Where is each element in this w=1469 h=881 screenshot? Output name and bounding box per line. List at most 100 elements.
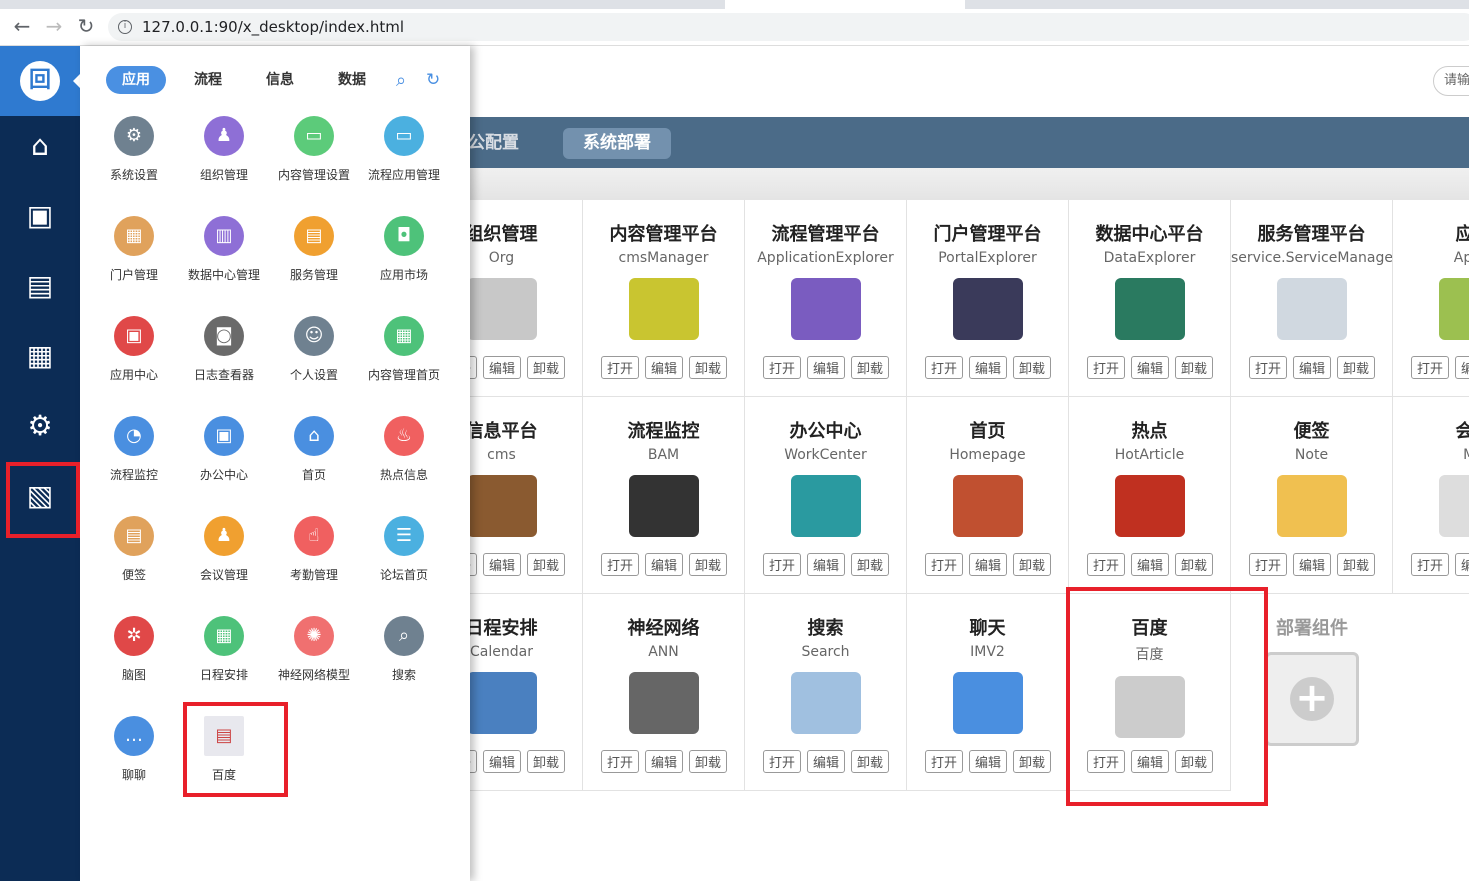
- uninstall-button[interactable]: 卸载: [527, 553, 566, 576]
- open-button[interactable]: 打开: [1248, 356, 1287, 379]
- uninstall-button[interactable]: 卸载: [1013, 750, 1052, 773]
- panel-tab[interactable]: 流程: [178, 66, 238, 94]
- app-launcher-item[interactable]: ▤ 便签: [94, 516, 174, 583]
- edit-button[interactable]: 编辑: [806, 750, 845, 773]
- uninstall-button[interactable]: 卸载: [689, 750, 728, 773]
- open-button[interactable]: 打开: [924, 553, 963, 576]
- app-icon: ▣: [114, 316, 154, 356]
- add-button[interactable]: +: [1265, 652, 1359, 746]
- uninstall-button[interactable]: 卸载: [1175, 356, 1214, 379]
- app-launcher-item[interactable]: ▤ 服务管理: [274, 216, 354, 283]
- edit-button[interactable]: 编辑: [806, 553, 845, 576]
- uninstall-button[interactable]: 卸载: [1337, 356, 1376, 379]
- panel-tab[interactable]: 数据: [322, 66, 382, 94]
- edit-button[interactable]: 编辑: [806, 356, 845, 379]
- open-button[interactable]: 打开: [1086, 553, 1125, 576]
- open-button[interactable]: 打开: [762, 553, 801, 576]
- app-launcher-item[interactable]: ☰ 论坛首页: [364, 516, 444, 583]
- app-launcher-item[interactable]: ✺ 神经网络模型: [274, 616, 354, 683]
- uninstall-button[interactable]: 卸载: [1337, 553, 1376, 576]
- uninstall-button[interactable]: 卸载: [1175, 553, 1214, 576]
- app-launcher-item[interactable]: ▦ 内容管理首页: [364, 316, 444, 383]
- edit-button[interactable]: 编辑: [482, 750, 521, 773]
- forward-icon[interactable]: →: [42, 14, 66, 38]
- edit-button[interactable]: 编辑: [968, 750, 1007, 773]
- app-launcher-item[interactable]: ▣ 应用中心: [94, 316, 174, 383]
- card-subtitle: ApplicationExplorer: [757, 250, 894, 266]
- open-button[interactable]: 打开: [924, 750, 963, 773]
- app-launcher-item[interactable]: ▭ 内容管理设置: [274, 116, 354, 183]
- app-launcher-item[interactable]: ◙ 日志查看器: [184, 316, 264, 383]
- edit-button[interactable]: 编辑: [1454, 553, 1469, 576]
- open-button[interactable]: 打开: [600, 356, 639, 379]
- app-icon: ☺: [294, 316, 334, 356]
- edit-button[interactable]: 编辑: [968, 553, 1007, 576]
- app-launcher-item[interactable]: ✲ 脑图: [94, 616, 174, 683]
- open-button[interactable]: 打开: [924, 356, 963, 379]
- address-bar[interactable]: i 127.0.0.1:90/x_desktop/index.html: [108, 13, 1469, 41]
- edit-button[interactable]: 编辑: [1130, 356, 1169, 379]
- info-icon[interactable]: i: [118, 20, 132, 34]
- open-button[interactable]: 打开: [1410, 356, 1449, 379]
- app-launcher-item[interactable]: ♨ 热点信息: [364, 416, 444, 483]
- search-input[interactable]: 请输: [1433, 66, 1469, 96]
- edit-button[interactable]: 编辑: [1292, 356, 1331, 379]
- app-launcher-item[interactable]: ☺ 个人设置: [274, 316, 354, 383]
- home-icon[interactable]: ⌂: [22, 128, 58, 164]
- app-launcher-item[interactable]: ▣ 办公中心: [184, 416, 264, 483]
- reload-icon[interactable]: ↻: [74, 14, 98, 38]
- uninstall-button[interactable]: 卸载: [1013, 356, 1052, 379]
- app-launcher-item[interactable]: ♟ 组织管理: [184, 116, 264, 183]
- uninstall-button[interactable]: 卸载: [851, 750, 890, 773]
- app-launcher-item[interactable]: ▭ 流程应用管理: [364, 116, 444, 183]
- open-button[interactable]: 打开: [600, 750, 639, 773]
- tab-system-deploy[interactable]: 系统部署: [563, 128, 671, 159]
- app-launcher-item[interactable]: ◔ 流程监控: [94, 416, 174, 483]
- edit-button[interactable]: 编辑: [482, 553, 521, 576]
- app-launcher-item[interactable]: ▥ 数据中心管理: [184, 216, 264, 283]
- app-launcher-item[interactable]: … 聊聊: [94, 716, 174, 783]
- panel-tab[interactable]: 信息: [250, 66, 310, 94]
- app-launcher-item[interactable]: ▦ 日程安排: [184, 616, 264, 683]
- open-button[interactable]: 打开: [1086, 356, 1125, 379]
- open-button[interactable]: 打开: [762, 356, 801, 379]
- edit-button[interactable]: 编辑: [644, 750, 683, 773]
- browser-tab[interactable]: [725, 0, 965, 9]
- app-launcher-item[interactable]: ⌂ 首页: [274, 416, 354, 483]
- edit-button[interactable]: 编辑: [644, 356, 683, 379]
- uninstall-button[interactable]: 卸载: [689, 553, 728, 576]
- uninstall-button[interactable]: 卸载: [851, 553, 890, 576]
- logo-button[interactable]: 回: [0, 46, 80, 116]
- app-launcher-item[interactable]: ♟ 会议管理: [184, 516, 264, 583]
- edit-button[interactable]: 编辑: [482, 356, 521, 379]
- user-settings-icon[interactable]: ⚙: [22, 408, 58, 444]
- edit-button[interactable]: 编辑: [1130, 553, 1169, 576]
- calendar-icon[interactable]: ▦: [22, 338, 58, 374]
- uninstall-button[interactable]: 卸载: [1013, 553, 1052, 576]
- edit-button[interactable]: 编辑: [644, 553, 683, 576]
- refresh-icon[interactable]: ↻: [426, 70, 440, 90]
- app-icon: ▦: [384, 316, 424, 356]
- uninstall-button[interactable]: 卸载: [527, 750, 566, 773]
- edit-button[interactable]: 编辑: [1454, 356, 1469, 379]
- app-launcher-item[interactable]: ◘ 应用市场: [364, 216, 444, 283]
- edit-button[interactable]: 编辑: [968, 356, 1007, 379]
- calendar-list-icon[interactable]: ▤: [22, 268, 58, 304]
- app-launcher-item[interactable]: ⌕ 搜索: [364, 616, 444, 683]
- app-launcher-item[interactable]: ▦ 门户管理: [94, 216, 174, 283]
- open-button[interactable]: 打开: [762, 750, 801, 773]
- edit-button[interactable]: 编辑: [1292, 553, 1331, 576]
- back-icon[interactable]: ←: [10, 14, 34, 38]
- open-button[interactable]: 打开: [600, 553, 639, 576]
- app-launcher-item[interactable]: ⚙ 系统设置: [94, 116, 174, 183]
- open-button[interactable]: 打开: [1410, 553, 1449, 576]
- uninstall-button[interactable]: 卸载: [851, 356, 890, 379]
- uninstall-button[interactable]: 卸载: [689, 356, 728, 379]
- search-icon[interactable]: ⌕: [396, 70, 406, 91]
- uninstall-button[interactable]: 卸载: [527, 356, 566, 379]
- app-launcher-item[interactable]: ☝ 考勤管理: [274, 516, 354, 583]
- person-screen-icon[interactable]: ▣: [22, 198, 58, 234]
- open-button[interactable]: 打开: [1248, 553, 1287, 576]
- app-icon: ⌕: [384, 616, 424, 656]
- panel-tab[interactable]: 应用: [106, 66, 166, 94]
